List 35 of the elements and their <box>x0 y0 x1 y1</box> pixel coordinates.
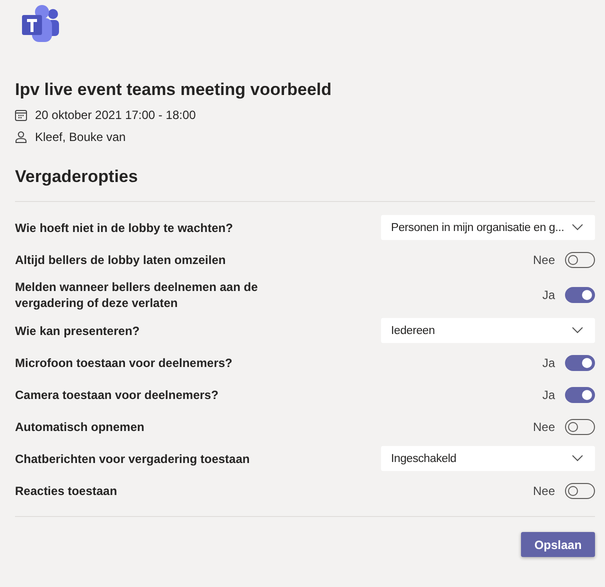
section-title: Vergaderopties <box>15 167 139 187</box>
toggle-state-label: Nee <box>532 252 555 266</box>
option-label: Melden wanneer bellers deelnemen aan de vergadering of deze verlaten <box>15 279 259 311</box>
dropdown[interactable]: Iedereen <box>381 318 595 343</box>
option-label: Microfoon toestaan voor deelnemers? <box>15 354 234 370</box>
toggle-switch[interactable] <box>565 252 595 268</box>
option-label: Wie hoeft niet in de lobby te wachten? <box>15 220 234 236</box>
person-icon <box>15 131 27 143</box>
option-label: Automatisch opnemen <box>15 418 146 434</box>
option-label: Altijd bellers de lobby laten omzeilen <box>15 252 227 268</box>
toggle-switch[interactable] <box>565 386 595 402</box>
toggle-state-label: Nee <box>532 484 555 498</box>
toggle-switch[interactable] <box>565 287 595 303</box>
toggle-switch[interactable] <box>565 482 595 498</box>
dropdown[interactable]: Ingeschakeld <box>381 446 595 471</box>
option-label: Reacties toestaan <box>15 482 118 498</box>
toggle-state-label: Ja <box>542 388 555 402</box>
toggle-switch[interactable] <box>565 354 595 370</box>
save-button[interactable]: Opslaan <box>521 532 595 557</box>
option-label: Camera toestaan voor deelnemers? <box>15 386 220 402</box>
toggle-switch[interactable] <box>565 418 595 434</box>
chevron-down-icon <box>572 455 583 462</box>
chevron-down-icon <box>572 327 583 334</box>
toggle-state-label: Ja <box>542 356 555 370</box>
calendar-icon <box>15 109 27 121</box>
dropdown[interactable]: Personen in mijn organisatie en g... <box>381 215 595 240</box>
option-label: Wie kan presenteren? <box>15 322 141 338</box>
toggle-state-label: Ja <box>542 288 555 302</box>
option-label: Chatberichten voor vergadering toestaan <box>15 450 251 466</box>
toggle-state-label: Nee <box>532 420 555 434</box>
meeting-date: 20 oktober 2021 17:00 - 18:00 <box>35 108 196 122</box>
organizer-name: Kleef, Bouke van <box>35 130 126 144</box>
app-logo-icon <box>19 4 61 44</box>
chevron-down-icon <box>572 224 583 231</box>
meeting-title: Ipv live event teams meeting voorbeeld <box>15 80 333 100</box>
